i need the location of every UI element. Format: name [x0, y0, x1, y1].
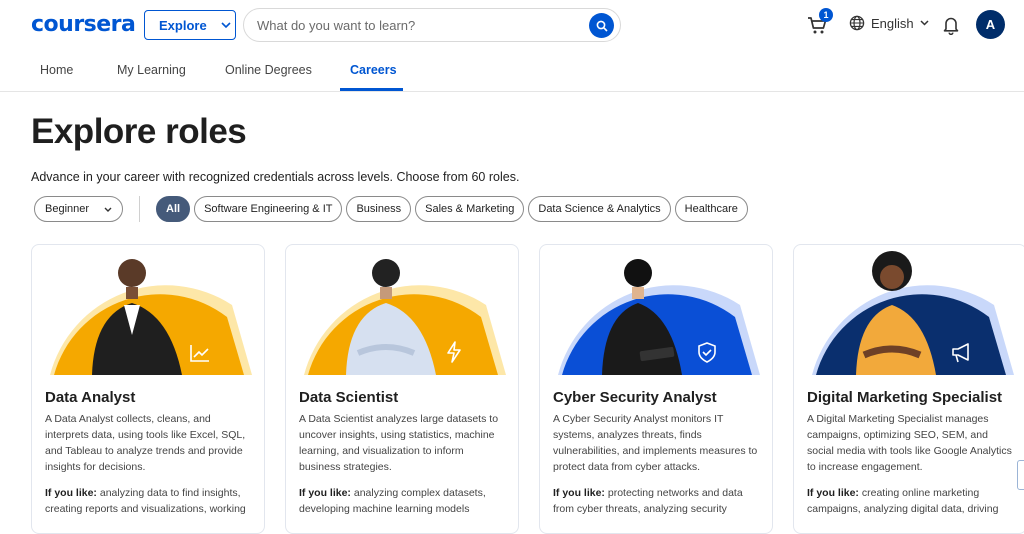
explore-button[interactable]: Explore: [144, 10, 236, 40]
role-if-you-like: If you like: protecting networks and dat…: [553, 485, 765, 517]
avatar[interactable]: A: [976, 10, 1005, 39]
role-description: A Digital Marketing Specialist manages c…: [807, 413, 1012, 473]
page-subtitle: Advance in your career with recognized c…: [31, 170, 520, 184]
role-description: A Data Scientist analyzes large datasets…: [299, 413, 499, 473]
role-card-data-analyst[interactable]: Data Analyst A Data Analyst collects, cl…: [31, 244, 265, 534]
role-title[interactable]: Digital Marketing Specialist: [807, 389, 1002, 406]
chip-business[interactable]: Business: [346, 196, 412, 222]
chevron-down-icon: [104, 207, 112, 212]
role-description: A Cyber Security Analyst monitors IT sys…: [553, 413, 758, 473]
chip-sales-marketing[interactable]: Sales & Marketing: [415, 196, 525, 222]
top-header: coursera Explore 1 English A: [0, 0, 1024, 50]
chip-data-science[interactable]: Data Science & Analytics: [528, 196, 671, 222]
main-nav: Home My Learning Online Degrees Careers: [0, 50, 1024, 92]
search-button[interactable]: [589, 13, 614, 38]
role-title[interactable]: Cyber Security Analyst: [553, 389, 717, 406]
level-dropdown-value: Beginner: [45, 203, 90, 215]
role-if-you-like: If you like: creating online marketing c…: [807, 485, 1019, 517]
explore-label: Explore: [159, 17, 207, 33]
if-you-like-label: If you like:: [807, 487, 859, 499]
filter-divider: [139, 196, 140, 222]
search-icon: [596, 20, 608, 32]
if-you-like-label: If you like:: [299, 487, 351, 499]
chip-software-engineering[interactable]: Software Engineering & IT: [194, 196, 343, 222]
nav-item-online-degrees[interactable]: Online Degrees: [225, 63, 312, 77]
globe-icon: [849, 15, 865, 31]
role-illustration: [812, 251, 1014, 375]
active-tab-indicator: [340, 88, 403, 91]
nav-item-home[interactable]: Home: [40, 63, 73, 77]
filter-bar: Beginner All Software Engineering & IT B…: [34, 196, 752, 222]
page-title: Explore roles: [31, 112, 247, 151]
if-you-like-label: If you like:: [553, 487, 605, 499]
chip-healthcare[interactable]: Healthcare: [674, 196, 748, 222]
role-description: A Data Analyst collects, cleans, and int…: [45, 413, 246, 473]
role-title[interactable]: Data Analyst: [45, 389, 135, 406]
role-title[interactable]: Data Scientist: [299, 389, 398, 406]
language-selector[interactable]: English: [849, 15, 929, 31]
search-bar: [243, 8, 621, 42]
notification-bell-icon[interactable]: [942, 15, 960, 35]
coursera-logo[interactable]: coursera: [31, 12, 136, 37]
chevron-down-icon: [920, 20, 929, 26]
role-card-data-scientist[interactable]: Data Scientist A Data Scientist analyzes…: [285, 244, 519, 534]
chevron-down-icon: [221, 21, 231, 28]
cart-count-badge: 1: [819, 8, 833, 22]
language-label: English: [871, 15, 914, 31]
role-illustration: [50, 259, 252, 375]
role-if-you-like: If you like: analyzing data to find insi…: [45, 485, 257, 517]
role-if-you-like: If you like: analyzing complex datasets,…: [299, 485, 511, 517]
nav-item-my-learning[interactable]: My Learning: [117, 63, 186, 77]
level-dropdown[interactable]: Beginner: [34, 196, 123, 222]
nav-item-careers[interactable]: Careers: [350, 63, 397, 77]
if-you-like-label: If you like:: [45, 487, 97, 499]
role-card-cyber-security-analyst[interactable]: Cyber Security Analyst A Cyber Security …: [539, 244, 773, 534]
role-illustration: [304, 259, 506, 375]
chip-all[interactable]: All: [156, 196, 191, 222]
search-input[interactable]: [257, 17, 577, 33]
role-card-digital-marketing-specialist[interactable]: Digital Marketing Specialist A Digital M…: [793, 244, 1024, 534]
feedback-side-tab[interactable]: [1017, 460, 1024, 490]
role-illustration: [558, 259, 760, 375]
